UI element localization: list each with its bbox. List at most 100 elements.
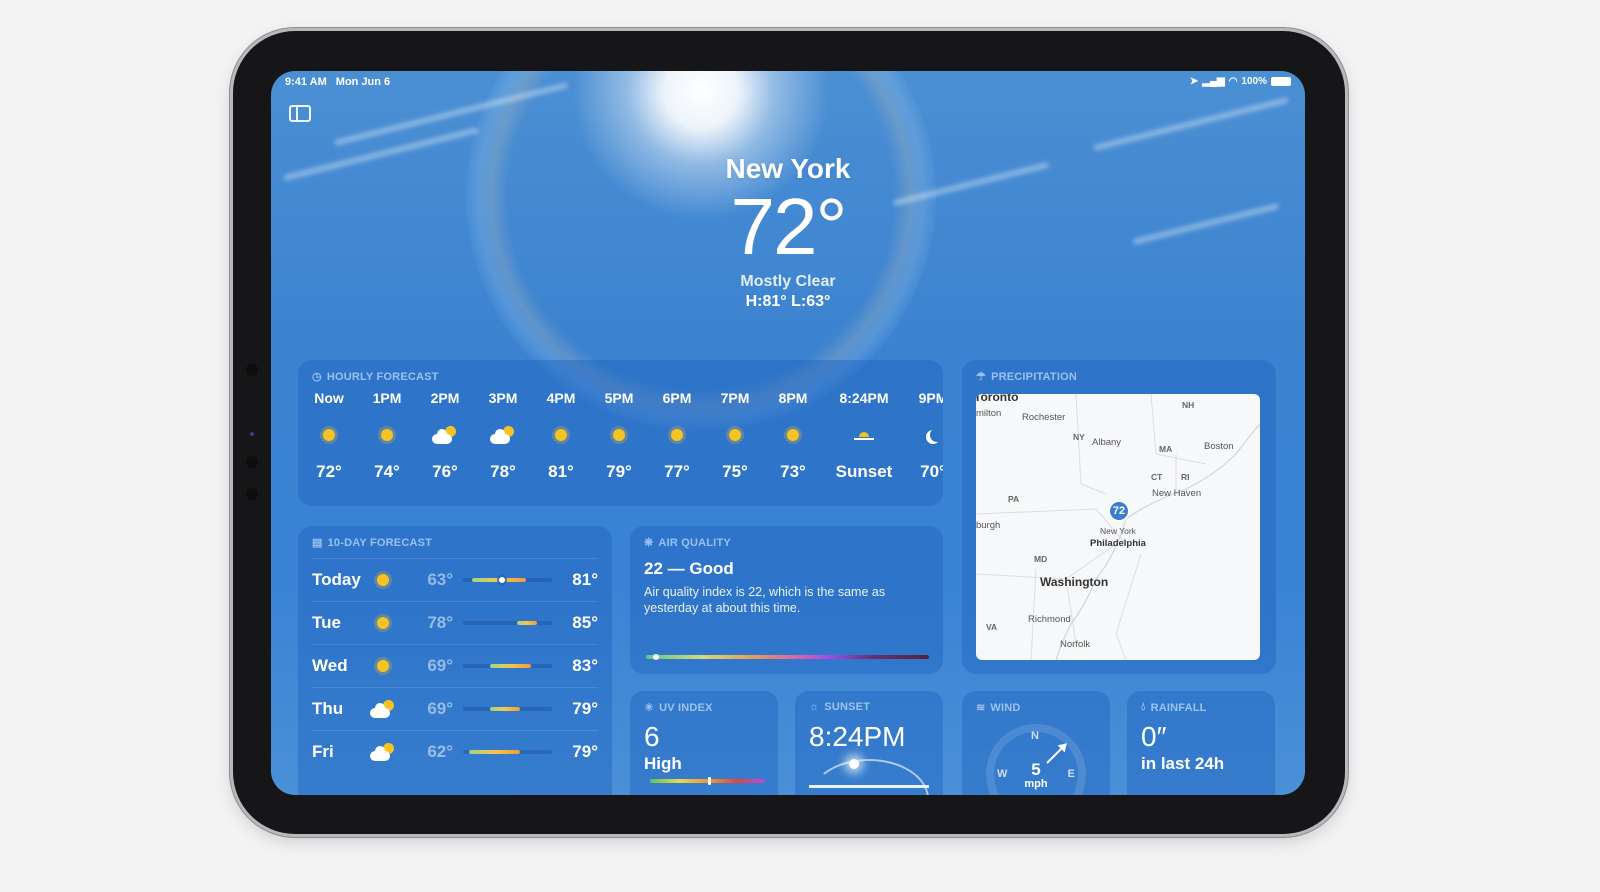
hourly-item: 9PM 70° (904, 390, 943, 482)
sun-icon (613, 429, 625, 441)
sun-icon: ☀ (644, 702, 655, 714)
day-low: 78° (427, 613, 454, 632)
hourly-time: 9PM (918, 390, 943, 406)
hourly-icon-slot (706, 420, 764, 450)
map-label-pittsburgh: burgh (976, 520, 1001, 531)
day-name: Tue (312, 613, 341, 632)
moon-icon (930, 428, 943, 442)
hourly-icon-slot (764, 420, 822, 450)
map-label-nh: NH (1182, 400, 1195, 410)
umbrella-icon: ☂ (976, 371, 987, 383)
hourly-forecast-card[interactable]: ◷ HOURLY FORECAST Now 72° 1PM 74° 2PM 76° 3PM 7… (298, 360, 943, 506)
ten-day-forecast-card[interactable]: ▤ 10-DAY FORECAST Today 63° 81° Tue 78° 85° We… (298, 526, 612, 795)
wind-speed: 5 (1031, 760, 1041, 779)
camera-dot (246, 456, 258, 468)
city-name: New York (725, 153, 851, 184)
map-label-new-york: New York (1100, 526, 1136, 536)
day-row[interactable]: Fri 62° 79° (312, 730, 598, 773)
air-quality-card[interactable]: ❋ AIR QUALITY 22 — Good Air quality inde… (630, 526, 943, 674)
day-row[interactable]: Today 63° 81° (312, 558, 598, 601)
map-label-ri: RI (1181, 472, 1190, 482)
day-row[interactable]: Tue 78° 85° (312, 601, 598, 644)
hourly-icon-slot (826, 420, 902, 450)
rainfall-card[interactable]: 💧︎ RAINFALL 0″ in last 24h (1127, 691, 1275, 795)
ten-day-title: ▤ 10-DAY FORECAST (312, 536, 433, 550)
sunset-icon (854, 428, 874, 442)
partly-cloudy-icon (370, 743, 396, 761)
day-high: 85° (572, 613, 599, 632)
day-row[interactable]: Thu 69° 79° (312, 687, 598, 730)
air-quality-scale (646, 654, 929, 660)
location-pin[interactable]: 72 (1108, 500, 1130, 522)
uv-title-text: UV INDEX (659, 701, 713, 714)
current-temperature-marker (498, 577, 505, 583)
uv-index-title: ☀ UV INDEX (644, 701, 713, 715)
uv-value: 6 (644, 721, 660, 752)
hourly-item: 1PM 74° (358, 390, 416, 482)
sun-icon (555, 429, 567, 441)
hourly-icon-slot (474, 420, 532, 450)
sunset-time: 8:24PM (809, 721, 906, 752)
temperature-range-fill (516, 621, 538, 625)
sun-icon (323, 429, 335, 441)
day-name: Fri (312, 742, 334, 761)
wind-title-text: WIND (990, 701, 1021, 714)
hourly-value: 81° (548, 462, 574, 481)
sunset-card[interactable]: ☼ SUNSET 8:24PM (795, 691, 943, 795)
sun-position (849, 759, 859, 769)
temperature-range-fill (468, 750, 520, 754)
uv-level: High (644, 754, 682, 773)
hourly-value: 72° (316, 462, 342, 481)
hourly-value: 74° (374, 462, 400, 481)
wind-title: ≋ WIND (976, 701, 1021, 715)
uv-marker (708, 777, 711, 785)
sunset-title: ☼ SUNSET (809, 701, 870, 713)
hourly-icon-slot (648, 420, 706, 450)
sun-icon (381, 429, 393, 441)
high-low: H:81° L:63° (745, 293, 831, 310)
hourly-item: 6PM 77° (648, 390, 706, 482)
hourly-icon-slot (590, 420, 648, 450)
day-name: Thu (312, 699, 344, 718)
condition: Mostly Clear (740, 273, 836, 290)
day-low: 62° (427, 742, 454, 761)
precipitation-title-text: PRECIPITATION (991, 370, 1077, 383)
cloud-streak (1093, 96, 1289, 152)
sun-icon (787, 429, 799, 441)
sunset-title-text: SUNSET (824, 701, 871, 713)
day-high: 83° (572, 656, 599, 675)
map-label-toronto: Toronto (976, 394, 1019, 404)
hourly-item: Now 72° (300, 390, 358, 482)
uv-index-card[interactable]: ☀ UV INDEX 6 High (630, 691, 778, 795)
sidebar-toggle-icon[interactable] (289, 105, 311, 122)
map-label-richmond: Richmond (1028, 614, 1071, 625)
day-high: 81° (572, 570, 599, 589)
air-quality-title-text: AIR QUALITY (658, 536, 731, 549)
map-label-ny: NY (1073, 432, 1085, 442)
air-quality-title: ❋ AIR QUALITY (644, 536, 731, 550)
sun-icon (671, 429, 683, 441)
precipitation-map[interactable]: Toronto milton Rochester NH NY Albany MA… (976, 394, 1260, 660)
camera-lens (249, 431, 255, 437)
hourly-value: 79° (606, 462, 632, 481)
map-label-ct: CT (1151, 472, 1163, 482)
sunset-icon: ☼ (809, 701, 820, 713)
hourly-icon-slot (358, 420, 416, 450)
air-quality-value: 22 — Good (644, 559, 734, 578)
temperature-range-bar (463, 750, 553, 754)
partly-cloudy-icon (490, 426, 516, 444)
temperature-range-bar (463, 664, 553, 668)
hourly-item: 7PM 75° (706, 390, 764, 482)
hourly-value: 70° (920, 462, 943, 481)
wind-card[interactable]: ≋ WIND N E W 5 mph (962, 691, 1110, 795)
precipitation-card[interactable]: ☂ PRECIPITATION Toronto milton Rochester… (962, 360, 1276, 674)
sun-icon (377, 617, 390, 629)
ten-day-title-text: 10-DAY FORECAST (327, 536, 433, 549)
hourly-icon-slot (416, 420, 474, 450)
day-row[interactable]: Wed 69° 83° (312, 644, 598, 687)
rainfall-title-text: RAINFALL (1150, 701, 1207, 714)
temperature-range-bar (463, 621, 553, 625)
weather-screen: 9:41 AM Mon Jun 6 ➤ ▂▄▆ ◠ 100% New York … (271, 71, 1305, 795)
hourly-time: 3PM (488, 390, 518, 406)
hourly-title-text: HOURLY FORECAST (326, 370, 439, 383)
